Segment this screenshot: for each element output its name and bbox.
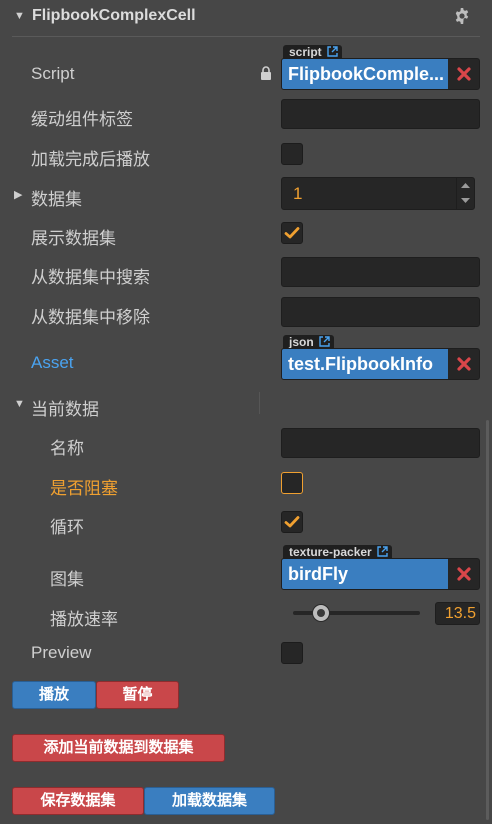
scrollbar[interactable] bbox=[486, 420, 489, 820]
remove-dataset-label: 从数据集中移除 bbox=[31, 308, 150, 327]
lock-icon bbox=[261, 66, 271, 80]
script-field[interactable]: FlipbookComple... bbox=[281, 58, 480, 90]
number-stepper[interactable] bbox=[456, 178, 475, 209]
show-dataset-label: 展示数据集 bbox=[31, 229, 116, 248]
expand-triangle-icon[interactable]: ▶ bbox=[14, 188, 22, 201]
header-divider bbox=[12, 36, 480, 37]
add-current-to-dataset-button[interactable]: 添加当前数据到数据集 bbox=[12, 734, 225, 762]
script-label: Script bbox=[31, 64, 75, 83]
pause-button[interactable]: 暂停 bbox=[96, 681, 179, 709]
tween-label-label: 缓动组件标签 bbox=[31, 110, 133, 129]
collapse-triangle-icon[interactable]: ▼ bbox=[14, 10, 25, 22]
collapse-triangle-icon[interactable]: ▼ bbox=[14, 398, 25, 410]
speed-input[interactable]: 13.5 bbox=[435, 602, 480, 625]
external-link-icon[interactable] bbox=[327, 46, 338, 58]
gear-icon[interactable] bbox=[454, 8, 470, 24]
dataset-count-input[interactable]: 1 bbox=[281, 177, 475, 210]
blocking-checkbox[interactable] bbox=[281, 472, 303, 494]
dataset-label: 数据集 bbox=[31, 190, 82, 209]
external-link-icon[interactable] bbox=[377, 546, 388, 558]
current-data-label: 当前数据 bbox=[31, 400, 99, 419]
name-label: 名称 bbox=[50, 439, 84, 458]
atlas-value[interactable]: birdFly bbox=[282, 559, 448, 589]
speed-slider-thumb[interactable] bbox=[311, 604, 330, 622]
blocking-label: 是否阻塞 bbox=[50, 479, 118, 498]
play-on-load-checkbox[interactable] bbox=[281, 143, 303, 165]
dataset-count-value[interactable]: 1 bbox=[293, 184, 302, 204]
script-value[interactable]: FlipbookComple... bbox=[282, 59, 448, 89]
asset-value[interactable]: test.FlipbookInfo bbox=[282, 349, 448, 379]
step-down-icon[interactable] bbox=[460, 197, 471, 205]
speed-label: 播放速率 bbox=[50, 610, 118, 629]
atlas-type-tag-label: texture-packer bbox=[289, 545, 372, 559]
asset-label: Asset bbox=[31, 353, 74, 372]
loop-checkbox[interactable] bbox=[281, 511, 303, 533]
atlas-field[interactable]: birdFly bbox=[281, 558, 480, 590]
asset-type-tag-label: json bbox=[289, 335, 314, 349]
name-input[interactable] bbox=[281, 428, 480, 458]
clear-script-icon[interactable] bbox=[455, 65, 473, 83]
search-dataset-label: 从数据集中搜索 bbox=[31, 268, 150, 287]
remove-dataset-input[interactable] bbox=[281, 297, 480, 327]
component-title: FlipbookComplexCell bbox=[32, 7, 196, 24]
tween-label-input[interactable] bbox=[281, 99, 480, 129]
script-type-tag-label: script bbox=[289, 45, 322, 59]
clear-atlas-icon[interactable] bbox=[455, 565, 473, 583]
speed-value[interactable]: 13.5 bbox=[445, 605, 476, 623]
checkmark-icon bbox=[284, 516, 300, 528]
checkmark-icon bbox=[284, 227, 300, 239]
component-header[interactable]: ▼ FlipbookComplexCell bbox=[0, 0, 492, 36]
load-dataset-button[interactable]: 加载数据集 bbox=[144, 787, 275, 815]
play-button[interactable]: 播放 bbox=[12, 681, 96, 709]
clear-asset-icon[interactable] bbox=[455, 355, 473, 373]
show-dataset-checkbox[interactable] bbox=[281, 222, 303, 244]
step-up-icon[interactable] bbox=[460, 181, 471, 189]
column-divider bbox=[259, 392, 260, 414]
preview-checkbox[interactable] bbox=[281, 642, 303, 664]
external-link-icon[interactable] bbox=[319, 336, 330, 348]
preview-label: Preview bbox=[31, 643, 92, 662]
loop-label: 循环 bbox=[50, 518, 84, 537]
search-dataset-input[interactable] bbox=[281, 257, 480, 287]
slider-thumb-center bbox=[316, 609, 325, 617]
asset-field[interactable]: test.FlipbookInfo bbox=[281, 348, 480, 380]
save-dataset-button[interactable]: 保存数据集 bbox=[12, 787, 144, 815]
atlas-label: 图集 bbox=[50, 570, 84, 589]
play-on-load-label: 加载完成后播放 bbox=[31, 150, 150, 169]
